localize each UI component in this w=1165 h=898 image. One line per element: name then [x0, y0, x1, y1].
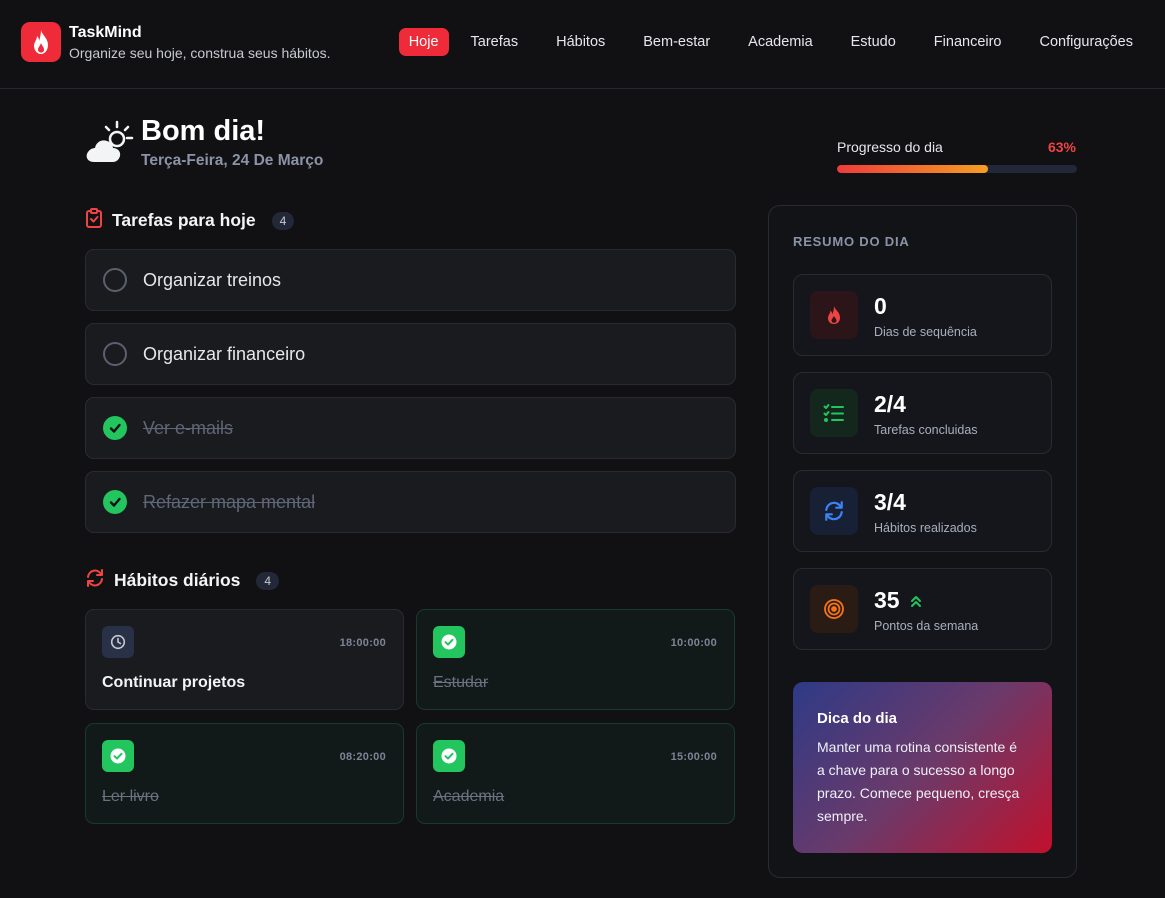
task-checkbox-empty[interactable] — [103, 268, 127, 292]
nav-item-tarefas[interactable]: Tarefas — [461, 28, 529, 56]
nav-item-habitos[interactable]: Hábitos — [546, 28, 615, 56]
progress-bar — [837, 165, 1077, 173]
habits-count-badge: 4 — [256, 571, 280, 590]
stat-label: Pontos da semana — [874, 619, 979, 633]
stat-value: 3/4 — [874, 489, 906, 515]
habit-card[interactable]: 08:20:00 Ler livro — [85, 723, 404, 824]
app-name: TaskMind — [69, 24, 142, 41]
task-label: Organizar treinos — [143, 269, 282, 290]
stat-card-tasks: 2/4 Tarefas concluidas — [793, 372, 1052, 454]
progress-label: Progresso do dia — [837, 139, 943, 155]
nav-item-bem-estar[interactable]: Bem-estar — [633, 28, 720, 56]
stat-value: 2/4 — [874, 391, 906, 417]
stat-card-streak: 0 Dias de sequência — [793, 274, 1052, 356]
stat-card-habits: 3/4 Hábitos realizados — [793, 470, 1052, 552]
tasks-section-title: Tarefas para hoje — [112, 210, 256, 230]
habits-section-header: Hábitos diários 4 — [85, 568, 280, 593]
check-circle-icon[interactable] — [433, 626, 465, 658]
flame-icon — [810, 291, 858, 339]
habits-section-title: Hábitos diários — [114, 570, 241, 590]
habit-time: 08:20:00 — [339, 751, 386, 763]
refresh-icon — [810, 487, 858, 535]
stat-value: 0 — [874, 293, 887, 319]
flame-logo-icon[interactable] — [21, 22, 61, 62]
habit-card[interactable]: 10:00:00 Estudar — [416, 609, 735, 710]
stat-card-points: 35 Pontos da semana — [793, 568, 1052, 650]
habit-time: 18:00:00 — [339, 637, 386, 649]
target-icon — [810, 585, 858, 633]
habit-name: Continuar projetos — [102, 674, 246, 691]
stat-value: 35 — [874, 587, 922, 614]
nav-item-hoje[interactable]: Hoje — [398, 28, 449, 56]
current-date: Terça-Feira, 24 De Março — [141, 152, 324, 169]
check-circle-icon[interactable] — [103, 490, 127, 514]
task-item[interactable]: Organizar treinos — [85, 249, 736, 311]
tip-title: Dica do dia — [817, 710, 898, 727]
habit-name: Academia — [433, 788, 505, 805]
nav-item-financeiro[interactable]: Financeiro — [924, 28, 1012, 56]
nav-item-academia[interactable]: Academia — [738, 28, 822, 56]
greeting-title: Bom dia! — [141, 115, 266, 147]
habit-card[interactable]: 18:00:00 Continuar projetos — [85, 609, 404, 710]
main-nav: Hoje Tarefas Hábitos Bem-estar Academia … — [398, 28, 1149, 56]
task-checkbox-empty[interactable] — [103, 342, 127, 366]
app-tagline: Organize seu hoje, construa seus hábitos… — [69, 45, 331, 61]
sun-cloud-icon — [84, 120, 134, 171]
task-item[interactable]: Refazer mapa mental — [85, 471, 736, 533]
progress-percent: 63% — [1047, 139, 1076, 155]
habit-name: Estudar — [433, 674, 489, 691]
trend-up-icon — [910, 594, 922, 608]
nav-item-estudo[interactable]: Estudo — [841, 28, 906, 56]
nav-item-configuracoes[interactable]: Configurações — [1030, 28, 1144, 56]
check-circle-icon[interactable] — [103, 416, 127, 440]
app-header: TaskMind Organize seu hoje, construa seu… — [0, 0, 1165, 89]
check-circle-icon[interactable] — [102, 740, 134, 772]
habit-time: 10:00:00 — [670, 637, 717, 649]
progress-bar-fill — [837, 165, 989, 173]
stat-label: Dias de sequência — [874, 325, 977, 339]
habit-name: Ler livro — [102, 788, 159, 805]
check-circle-icon[interactable] — [433, 740, 465, 772]
tasks-count-badge: 4 — [271, 211, 295, 230]
task-label: Ver e-mails — [143, 417, 234, 438]
clipboard-check-icon — [85, 208, 103, 233]
clock-icon[interactable] — [102, 626, 134, 658]
tip-of-the-day-card: Dica do dia Manter uma rotina consistent… — [793, 682, 1052, 853]
refresh-icon — [85, 568, 105, 593]
checklist-icon — [810, 389, 858, 437]
day-summary-panel: RESUMO DO DIA 0 Dias de sequência 2/4 Ta… — [768, 205, 1077, 878]
tip-text: Manter uma rotina consistente é a chave … — [817, 739, 1020, 824]
summary-title: RESUMO DO DIA — [793, 234, 910, 249]
stat-value-text: 35 — [874, 587, 900, 613]
stat-label: Hábitos realizados — [874, 521, 977, 535]
task-item[interactable]: Organizar financeiro — [85, 323, 736, 385]
tasks-section-header: Tarefas para hoje 4 — [85, 208, 295, 233]
task-label: Organizar financeiro — [143, 343, 306, 364]
habit-time: 15:00:00 — [670, 751, 717, 763]
task-label: Refazer mapa mental — [143, 491, 316, 512]
stat-label: Tarefas concluidas — [874, 423, 978, 437]
habit-card[interactable]: 15:00:00 Academia — [416, 723, 735, 824]
task-item[interactable]: Ver e-mails — [85, 397, 736, 459]
